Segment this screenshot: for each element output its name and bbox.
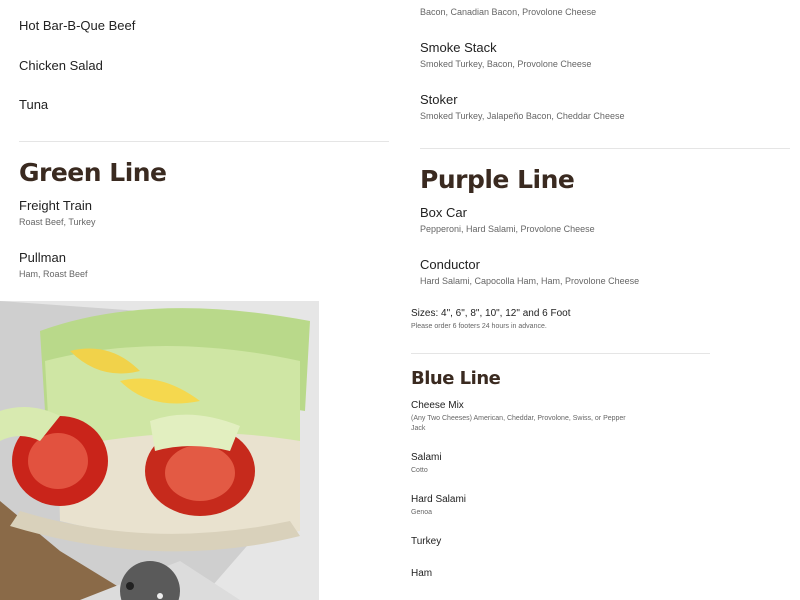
divider: [411, 353, 710, 354]
sizes-note: Please order 6 footers 24 hours in advan…: [411, 323, 547, 330]
item-name: Conductor: [420, 257, 480, 272]
item-description: Ham, Roast Beef: [19, 269, 88, 279]
item-description: Smoked Turkey, Bacon, Provolone Cheese: [420, 59, 592, 69]
item-description: Genoa: [411, 509, 433, 516]
item-name: Chicken Salad: [19, 58, 103, 73]
sizes-text: Sizes: 4", 6", 8", 10", 12" and 6 Foot: [411, 308, 571, 319]
item-name: Smoke Stack: [420, 40, 497, 55]
item-description: Roast Beef, Turkey: [19, 217, 96, 227]
divider: [420, 148, 790, 149]
item-description: Bacon, Canadian Bacon, Provolone Cheese: [420, 7, 597, 17]
item-description: Pepperoni, Hard Salami, Provolone Cheese: [420, 224, 595, 234]
item-name: Hard Salami: [411, 494, 467, 505]
item-description: (Any Two Cheeses) American, Cheddar, Pro…: [411, 415, 626, 432]
item-name: Pullman: [19, 250, 66, 265]
item-name: Hot Bar-B-Que Beef: [19, 18, 136, 33]
item-name: Cheese Mix: [411, 400, 464, 411]
item-description: Cotto: [411, 467, 428, 474]
item-name: Turkey: [411, 536, 442, 547]
item-name: Box Car: [420, 205, 467, 220]
item-name: Ham: [411, 568, 433, 579]
green-line-heading: Green Line: [19, 158, 167, 187]
sandwich-photo: [0, 301, 319, 600]
item-name: Tuna: [19, 97, 49, 112]
item-description: Hard Salami, Capocolla Ham, Ham, Provolo…: [420, 276, 640, 286]
divider: [19, 141, 389, 142]
item-name: Stoker: [420, 92, 458, 107]
item-name: Salami: [411, 452, 442, 463]
blue-line-heading: Blue Line: [411, 368, 501, 389]
item-name: Freight Train: [19, 198, 92, 213]
item-description: Smoked Turkey, Jalapeño Bacon, Cheddar C…: [420, 111, 625, 121]
purple-line-heading: Purple Line: [420, 165, 575, 194]
